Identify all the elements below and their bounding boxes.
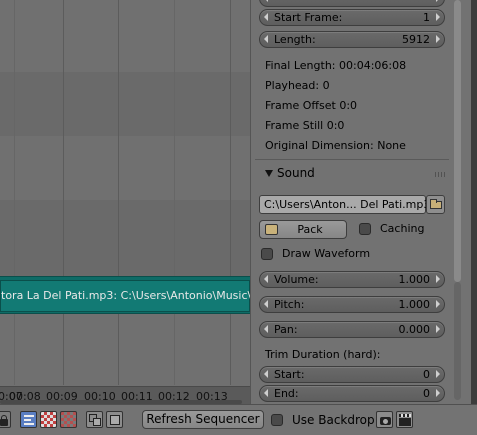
trim-start-label: Start: <box>274 368 305 381</box>
pitch-field[interactable]: Pitch: 1.000 <box>259 296 445 313</box>
draw-waveform-checkbox[interactable] <box>261 248 273 260</box>
increment-arrow-icon[interactable] <box>436 370 440 378</box>
final-length-text: Final Length: 00:04:06:08 <box>265 59 407 72</box>
sound-strip-label: tora La Del Pati.mp3: C:\Users\Antonio\M… <box>1 289 250 302</box>
decrement-arrow-icon[interactable] <box>264 300 268 308</box>
decrement-arrow-icon[interactable] <box>264 389 268 397</box>
refresh-sequencer-button[interactable]: Refresh Sequencer <box>142 410 264 429</box>
properties-scrollbar-thumb[interactable] <box>454 0 461 282</box>
decrement-arrow-icon[interactable] <box>264 35 268 43</box>
properties-scrollbar-track[interactable] <box>454 282 461 400</box>
clapperboard-icon[interactable] <box>396 411 413 428</box>
length-field[interactable]: Length: 5912 <box>259 31 445 48</box>
trim-start-value: 0 <box>423 368 430 381</box>
channel-row <box>0 72 250 136</box>
increment-arrow-icon[interactable] <box>436 325 440 333</box>
collapse-triangle-icon[interactable] <box>265 170 273 177</box>
pack-button[interactable]: Pack <box>259 220 347 239</box>
draw-waveform-label: Draw Waveform <box>282 247 371 260</box>
grid-line <box>230 0 231 385</box>
increment-arrow-icon[interactable] <box>436 389 440 397</box>
pan-label: Pan: <box>274 323 298 336</box>
properties-panel: Start Frame: 1 Length: 5912 Final Length… <box>250 0 477 404</box>
trim-end-value: 0 <box>423 387 430 400</box>
hidden-field[interactable] <box>259 0 445 7</box>
volume-value: 1.000 <box>398 273 431 286</box>
sound-panel-header[interactable]: Sound <box>255 163 449 185</box>
sequencer-timeline[interactable]: tora La Del Pati.mp3: C:\Users\Antonio\M… <box>0 0 250 404</box>
increment-arrow-icon[interactable] <box>436 13 440 21</box>
decrement-arrow-icon[interactable] <box>264 325 268 333</box>
sound-strip-body[interactable]: tora La Del Pati.mp3: C:\Users\Antonio\M… <box>0 280 250 312</box>
sequencer-header: Refresh Sequencer Use Backdrop <box>0 404 477 435</box>
frame-offset-text: Frame Offset 0:0 <box>265 99 358 112</box>
original-dimension-text: Original Dimension: None <box>265 139 406 152</box>
sound-filepath-field[interactable]: C:\Users\Anton... Del Pati.mp3 <box>259 195 430 214</box>
length-label: Length: <box>274 33 316 46</box>
increment-arrow-icon[interactable] <box>436 275 440 283</box>
sound-strip[interactable]: tora La Del Pati.mp3: C:\Users\Antonio\M… <box>0 276 250 314</box>
panel-divider <box>255 159 449 160</box>
trim-end-field[interactable]: End: 0 <box>259 385 445 402</box>
channel-row <box>0 200 250 276</box>
channel-row <box>0 0 250 72</box>
drag-grip-icon[interactable] <box>435 172 447 177</box>
paste-frame-icon[interactable] <box>106 411 123 428</box>
pan-field[interactable]: Pan: 0.000 <box>259 321 445 338</box>
trim-end-label: End: <box>274 387 299 400</box>
window-edge <box>471 0 477 404</box>
grid-line <box>118 0 119 385</box>
decrement-arrow-icon[interactable] <box>264 275 268 283</box>
trim-start-field[interactable]: Start: 0 <box>259 366 445 383</box>
length-value: 5912 <box>402 33 430 46</box>
grid-line <box>174 0 175 385</box>
pitch-value: 1.000 <box>398 298 431 311</box>
pitch-label: Pitch: <box>274 298 305 311</box>
pan-value: 0.000 <box>398 323 431 336</box>
start-frame-label: Start Frame: <box>274 11 343 24</box>
grid-line <box>14 0 15 385</box>
pack-label: Pack <box>297 223 323 236</box>
decrement-arrow-icon[interactable] <box>264 0 268 2</box>
trim-duration-title: Trim Duration (hard): <box>265 348 381 361</box>
decrement-arrow-icon[interactable] <box>264 13 268 21</box>
channel-row <box>0 136 250 200</box>
volume-label: Volume: <box>274 273 319 286</box>
channel-row <box>0 314 250 386</box>
sound-filepath-value: C:\Users\Anton... Del Pati.mp3 <box>264 198 431 211</box>
preview-checker-icon[interactable] <box>40 411 57 428</box>
volume-field[interactable]: Volume: 1.000 <box>259 271 445 288</box>
playhead-text: Playhead: 0 <box>265 79 330 92</box>
use-backdrop-label: Use Backdrop <box>292 413 375 427</box>
decrement-arrow-icon[interactable] <box>264 370 268 378</box>
caching-checkbox[interactable] <box>359 223 371 235</box>
lock-icon[interactable] <box>0 411 11 428</box>
use-backdrop-checkbox[interactable] <box>271 414 283 426</box>
overlay-checker-icon[interactable] <box>60 411 77 428</box>
view-sequencer-icon[interactable] <box>20 411 37 428</box>
start-frame-value: 1 <box>423 11 430 24</box>
copy-frame-icon[interactable] <box>86 411 103 428</box>
increment-arrow-icon[interactable] <box>436 35 440 43</box>
caching-label: Caching <box>380 222 425 235</box>
folder-icon <box>430 199 442 209</box>
sound-panel-title: Sound <box>277 166 315 180</box>
frame-still-text: Frame Still 0:0 <box>265 119 345 132</box>
grid-line <box>63 0 64 385</box>
increment-arrow-icon[interactable] <box>436 0 440 2</box>
increment-arrow-icon[interactable] <box>436 300 440 308</box>
browse-file-button[interactable] <box>426 195 445 214</box>
camera-icon[interactable] <box>376 411 393 428</box>
start-frame-field[interactable]: Start Frame: 1 <box>259 9 445 26</box>
